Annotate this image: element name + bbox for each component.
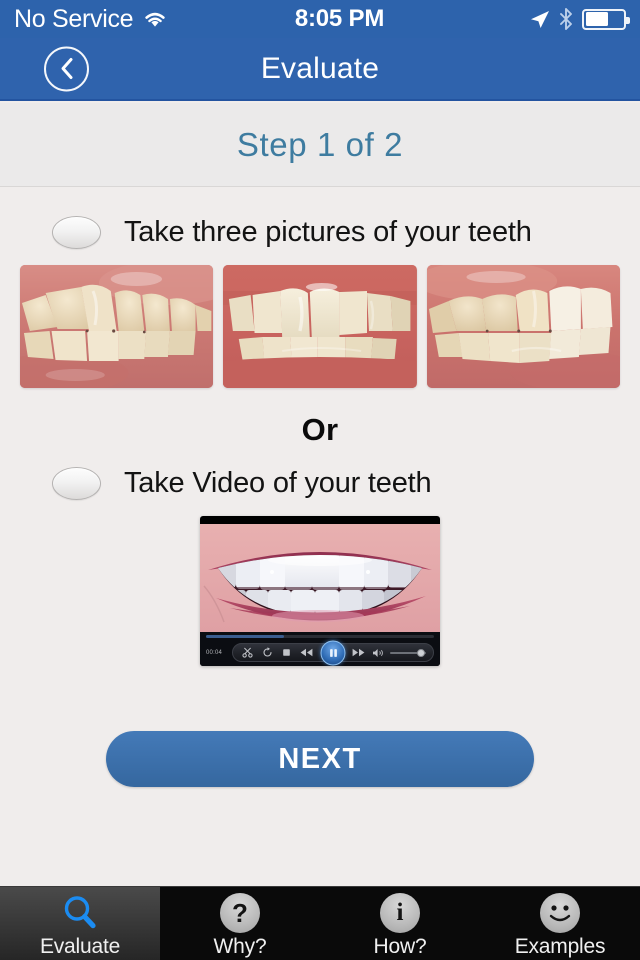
question-mark-circle-icon: ?	[220, 892, 260, 933]
video-option-radio[interactable]	[52, 467, 101, 500]
photo-option-row[interactable]: Take three pictures of your teeth	[0, 216, 640, 249]
magnifier-icon	[60, 893, 100, 933]
tab-examples[interactable]: Examples	[480, 887, 640, 960]
status-bar-right	[466, 8, 630, 30]
tab-label-why: Why?	[213, 934, 267, 958]
volume-icon[interactable]	[370, 646, 385, 659]
photo-option-label: Take three pictures of your teeth	[124, 216, 532, 248]
teeth-left-buccal-photo[interactable]	[20, 265, 214, 388]
teeth-right-buccal-photo[interactable]	[426, 265, 620, 388]
video-current-time: 00:04	[206, 649, 223, 656]
location-arrow-icon	[529, 9, 550, 30]
video-control-pill	[232, 640, 434, 665]
smile-video-thumbnail[interactable]	[200, 524, 440, 632]
battery-icon	[582, 8, 630, 30]
video-controls: 00:04	[200, 632, 440, 666]
step-header: Step 1 of 2	[0, 103, 640, 187]
loop-icon[interactable]	[260, 646, 275, 659]
teeth-photo-strip	[0, 265, 640, 388]
bluetooth-icon	[559, 8, 573, 30]
trim-icon[interactable]	[240, 646, 255, 659]
teeth-front-photo[interactable]	[223, 265, 417, 388]
page-title: Evaluate	[260, 51, 380, 85]
status-bar: No Service 8:05 PM	[0, 0, 640, 38]
wifi-icon	[142, 9, 168, 29]
main-content: Take three pictures of your teeth Or Tak…	[0, 188, 640, 886]
status-time: 8:05 PM	[294, 5, 385, 32]
back-button[interactable]	[44, 46, 89, 91]
stop-icon[interactable]	[279, 646, 294, 659]
pause-icon[interactable]	[320, 640, 346, 665]
chevron-left-icon	[58, 57, 76, 81]
next-button[interactable]: NEXT	[106, 731, 534, 787]
rewind-icon[interactable]	[299, 646, 314, 659]
tab-bar: Evaluate ? Why? i How? Examples	[0, 886, 640, 960]
carrier-label: No Service	[14, 4, 134, 33]
tab-why[interactable]: ? Why?	[160, 887, 320, 960]
step-indicator-label: Step 1 of 2	[236, 125, 404, 163]
tab-label-examples: Examples	[514, 934, 606, 958]
video-option-row[interactable]: Take Video of your teeth	[0, 467, 640, 500]
video-player[interactable]: 00:04	[200, 516, 440, 666]
info-circle-icon: i	[380, 892, 420, 933]
tab-how[interactable]: i How?	[320, 887, 480, 960]
navigation-bar: Evaluate	[0, 38, 640, 101]
or-divider-label: Or	[301, 412, 339, 447]
smiley-face-icon	[540, 892, 580, 933]
tab-label-evaluate: Evaluate	[39, 934, 121, 958]
video-scrubber[interactable]	[206, 635, 434, 638]
volume-slider[interactable]	[389, 647, 426, 658]
photo-option-radio[interactable]	[52, 216, 101, 249]
fast-forward-icon[interactable]	[351, 646, 366, 659]
tab-evaluate[interactable]: Evaluate	[0, 887, 160, 960]
video-option-label: Take Video of your teeth	[124, 467, 432, 499]
tab-label-how: How?	[373, 934, 427, 958]
status-bar-left: No Service	[14, 5, 219, 34]
app-screen: No Service 8:05 PM Evaluate Step 1 of 2 …	[0, 0, 640, 960]
